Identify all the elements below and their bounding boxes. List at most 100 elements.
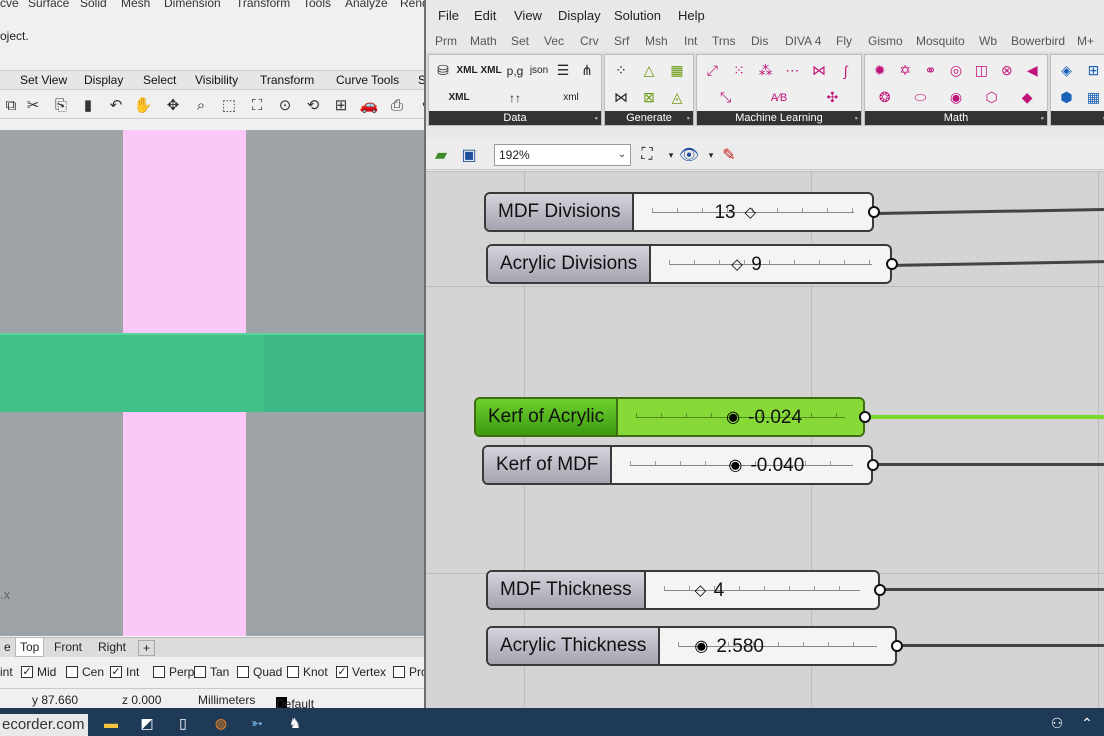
tab-set-view[interactable]: Set View bbox=[20, 73, 67, 87]
star-outline-icon[interactable]: ✡ bbox=[893, 59, 917, 83]
gh-menu-file[interactable]: File bbox=[438, 8, 459, 23]
gh-canvas[interactable]: MDF Divisions ◇ 13 Acrylic Divisions ◇ 9 bbox=[426, 171, 1104, 708]
triangle-icon[interactable]: △ bbox=[637, 59, 661, 83]
menu-dimension[interactable]: Dimension bbox=[164, 0, 221, 10]
help-icon[interactable]: ◔ bbox=[412, 94, 424, 116]
output-grip[interactable] bbox=[891, 640, 903, 652]
slider-track[interactable]: ◇ 9 bbox=[651, 246, 890, 282]
gh-menu-display[interactable]: Display bbox=[558, 8, 601, 23]
gh-group-label-generate[interactable]: Generate bbox=[605, 111, 693, 125]
pg-arrows-icon[interactable]: ↑↑ bbox=[503, 86, 527, 110]
slider-track[interactable]: ◇ 4 bbox=[646, 572, 878, 608]
zoom-icon[interactable]: ⌕ bbox=[190, 94, 212, 116]
table-icon[interactable]: ☰ bbox=[551, 59, 575, 83]
gh-tab-mplus[interactable]: M+ bbox=[1077, 34, 1094, 48]
tab-curve-tools[interactable]: Curve Tools bbox=[336, 73, 399, 87]
zoom-selected-icon[interactable]: ⊙ bbox=[274, 94, 296, 116]
copy-icon[interactable]: ⎘ bbox=[50, 94, 72, 116]
shell-icon[interactable]: ❂ bbox=[873, 86, 897, 110]
checkbox-checked-icon[interactable]: ✓ bbox=[21, 666, 33, 678]
slider-acrylic-thickness[interactable]: Acrylic Thickness ◉ 2.580 bbox=[486, 626, 903, 666]
slider-track[interactable]: ◉ 2.580 bbox=[660, 628, 895, 664]
menu-render[interactable]: Rend bbox=[400, 0, 424, 10]
slider-acrylic-divisions[interactable]: Acrylic Divisions ◇ 9 bbox=[486, 244, 898, 284]
osnap-knot[interactable]: Knot bbox=[287, 665, 328, 679]
grid-generate-icon[interactable]: ▦ bbox=[665, 59, 689, 83]
gh-tab-math[interactable]: Math bbox=[470, 34, 497, 48]
osnap-cen[interactable]: Cen bbox=[66, 665, 104, 679]
firefox-icon[interactable]: ◍ bbox=[210, 712, 232, 734]
gh-tab-srf[interactable]: Srf bbox=[614, 34, 629, 48]
checkbox-checked-icon[interactable]: ✓ bbox=[336, 666, 348, 678]
checkbox-icon[interactable] bbox=[194, 666, 206, 678]
people-icon[interactable]: ⚇ bbox=[1046, 712, 1068, 734]
gh-menu-solution[interactable]: Solution bbox=[614, 8, 661, 23]
status-units[interactable]: Millimeters bbox=[198, 693, 255, 707]
output-grip[interactable] bbox=[886, 258, 898, 270]
chevron-down-icon[interactable]: ⌄ bbox=[614, 145, 630, 165]
output-grip[interactable] bbox=[867, 459, 879, 471]
menu-transform[interactable]: Transform bbox=[236, 0, 290, 10]
xml-tree-icon[interactable]: ⋔ bbox=[575, 59, 599, 83]
osnap-int[interactable]: int bbox=[0, 665, 13, 679]
xml-read-icon[interactable]: XML bbox=[479, 59, 503, 83]
osnap-mid[interactable]: ✓ Mid bbox=[21, 665, 56, 679]
document-icon[interactable]: ▯ bbox=[172, 712, 194, 734]
gh-tab-crv[interactable]: Crv bbox=[580, 34, 599, 48]
star-icon[interactable]: ✹ bbox=[868, 59, 892, 83]
gh-tab-diva4[interactable]: DIVA 4 bbox=[785, 34, 821, 48]
gh-menu-view[interactable]: View bbox=[514, 8, 542, 23]
checkbox-icon[interactable] bbox=[237, 666, 249, 678]
slider-mdf-divisions[interactable]: MDF Divisions ◇ 13 bbox=[484, 192, 880, 232]
frame-icon[interactable]: ⊠ bbox=[637, 86, 661, 110]
slider-track[interactable]: ◇ 13 bbox=[634, 194, 872, 230]
slider-kerf-of-acrylic[interactable]: Kerf of Acrylic ◉ -0.024 bbox=[474, 397, 871, 437]
sequence-icon[interactable]: ⋯ bbox=[780, 59, 804, 83]
grid-icon[interactable]: ⊞ bbox=[330, 94, 352, 116]
subdivided-triangle-icon[interactable]: ◬ bbox=[665, 86, 689, 110]
app-icon[interactable]: ◩ bbox=[136, 712, 158, 734]
viewport-tab-right[interactable]: Right bbox=[94, 640, 130, 654]
zoom-extents-icon[interactable]: ⛶ bbox=[636, 144, 658, 166]
osnap-tan[interactable]: Tan bbox=[194, 665, 229, 679]
cube-icon[interactable]: ◫ bbox=[969, 59, 993, 83]
cone-icon[interactable]: ◀ bbox=[1020, 59, 1044, 83]
car-render-icon[interactable]: 🚗 bbox=[358, 94, 380, 116]
sphere-icon[interactable]: ⊗ bbox=[995, 59, 1019, 83]
gh-tab-prm[interactable]: Prm bbox=[435, 34, 457, 48]
menu-tools[interactable]: Tools bbox=[303, 0, 331, 10]
slider-track[interactable]: ◉ -0.040 bbox=[612, 447, 871, 483]
checkbox-icon[interactable] bbox=[153, 666, 165, 678]
polyhedron-icon[interactable]: ⬡ bbox=[980, 86, 1004, 110]
gh-tab-msh[interactable]: Msh bbox=[645, 34, 668, 48]
new-box-icon[interactable]: ⧉ bbox=[0, 94, 22, 116]
menu-solid[interactable]: Solid bbox=[80, 0, 107, 10]
tab-select[interactable]: Select bbox=[143, 73, 176, 87]
viewport-tab-front[interactable]: Front bbox=[50, 640, 86, 654]
zoom-extents-icon[interactable]: ⛶ bbox=[246, 94, 268, 116]
pink-acrylic-piece-top[interactable] bbox=[123, 130, 246, 333]
xml-json-icon[interactable]: xml bbox=[559, 86, 583, 110]
link-icon[interactable]: ⚭ bbox=[919, 59, 943, 83]
preview-eye-icon[interactable]: 👁 bbox=[678, 144, 700, 166]
gh-tab-bowerbird[interactable]: Bowerbird bbox=[1011, 34, 1065, 48]
gh-tab-gismo[interactable]: Gismo bbox=[868, 34, 903, 48]
zoom-combobox[interactable]: 192% ⌄ bbox=[494, 144, 631, 166]
xml-write-icon[interactable]: XML bbox=[455, 59, 479, 83]
gh-tab-vec[interactable]: Vec bbox=[544, 34, 564, 48]
gh-tab-int[interactable]: Int bbox=[684, 34, 697, 48]
xml-parse-icon[interactable]: XML bbox=[447, 86, 471, 110]
tab-transform[interactable]: Transform bbox=[260, 73, 314, 87]
scatter-icon[interactable]: ⁙ bbox=[727, 59, 751, 83]
slider-circle-icon[interactable]: ◉ bbox=[694, 639, 708, 655]
add-viewport-button[interactable]: + bbox=[138, 640, 156, 656]
top-viewport[interactable]: .x bbox=[0, 130, 424, 636]
zoom-window-icon[interactable]: ⬚ bbox=[218, 94, 240, 116]
rotate-view-icon[interactable]: ⟲ bbox=[302, 94, 324, 116]
pan-hand-icon[interactable]: ✋ bbox=[132, 94, 154, 116]
slider-diamond-icon[interactable]: ◇ bbox=[731, 257, 743, 272]
gh-tab-trns[interactable]: Trns bbox=[712, 34, 736, 48]
slider-mdf-thickness[interactable]: MDF Thickness ◇ 4 bbox=[486, 570, 886, 610]
points-icon[interactable]: ⁘ bbox=[609, 59, 633, 83]
menu-analyze[interactable]: Analyze bbox=[345, 0, 388, 10]
